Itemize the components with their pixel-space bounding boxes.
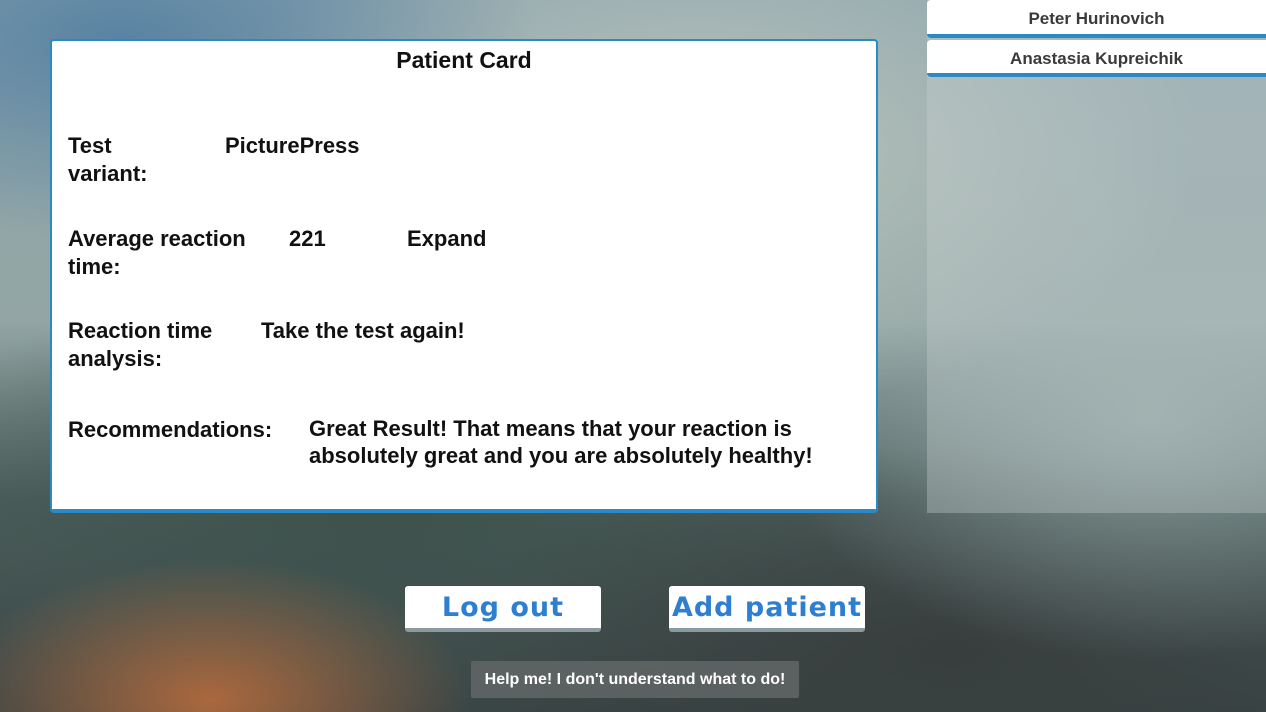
patient-list-item[interactable]: Peter Hurinovich bbox=[927, 0, 1266, 38]
test-variant-value: PicturePress bbox=[225, 133, 360, 158]
help-button[interactable]: Help me! I don't understand what to do! bbox=[471, 661, 799, 698]
app-screen: Patient Card Test variant: PicturePress … bbox=[0, 0, 1266, 712]
patient-card: Patient Card Test variant: PicturePress … bbox=[50, 39, 878, 513]
recommendations-value: Great Result! That means that your react… bbox=[309, 416, 813, 468]
patient-list-item[interactable]: Anastasia Kupreichik bbox=[927, 40, 1266, 77]
add-patient-button[interactable]: Add patient bbox=[669, 586, 865, 632]
expand-button[interactable]: Expand bbox=[407, 225, 486, 253]
average-reaction-label: Average reaction time: bbox=[68, 226, 246, 279]
reaction-analysis-label: Reaction time analysis: bbox=[68, 318, 213, 371]
logout-button[interactable]: Log out bbox=[405, 586, 601, 632]
reaction-analysis-value: Take the test again! bbox=[261, 318, 465, 343]
card-title: Patient Card bbox=[396, 47, 532, 73]
recommendations-label: Recommendations: bbox=[68, 417, 273, 442]
average-reaction-value: 221 bbox=[289, 226, 326, 251]
test-variant-label: Test variant: bbox=[68, 133, 148, 186]
